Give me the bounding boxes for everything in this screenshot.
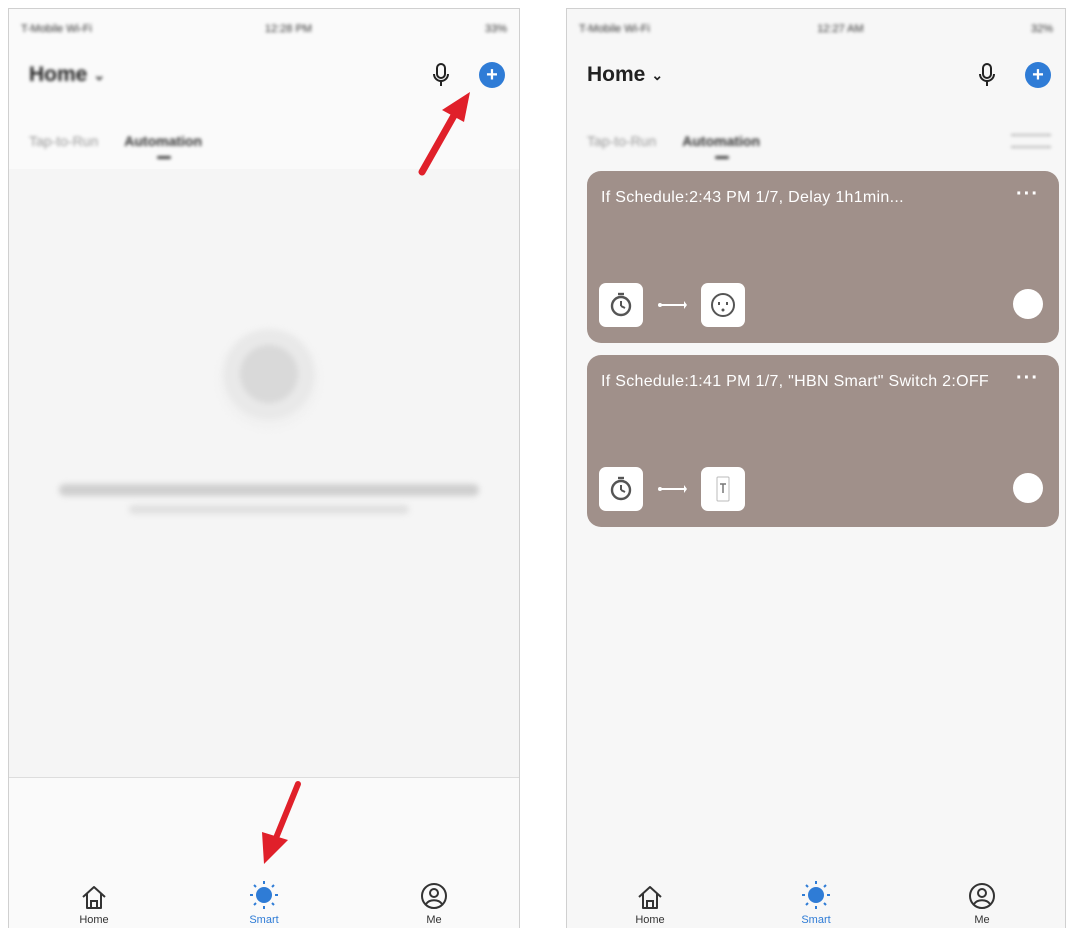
nav-me[interactable]: Me bbox=[394, 882, 474, 926]
nav-me-label: Me bbox=[974, 914, 990, 926]
home-title: Home bbox=[29, 63, 88, 86]
automation-toggle[interactable] bbox=[1013, 289, 1043, 319]
automation-card[interactable]: If Schedule:1:41 PM 1/7, "HBN Smart" Swi… bbox=[587, 355, 1059, 527]
arrow-right-icon bbox=[657, 484, 687, 494]
home-selector[interactable]: Home ⌄ bbox=[29, 63, 105, 87]
menu-icon[interactable] bbox=[1011, 134, 1051, 148]
carrier-text: T-Mobile Wi-Fi bbox=[21, 23, 92, 35]
status-bar: T-Mobile Wi-Fi 12:27 AM 32% bbox=[579, 17, 1053, 41]
automation-title: If Schedule:1:41 PM 1/7, "HBN Smart" Swi… bbox=[601, 373, 989, 390]
status-time: 12:27 AM bbox=[817, 23, 864, 35]
nav-smart[interactable]: Smart bbox=[224, 880, 304, 926]
user-icon bbox=[421, 883, 447, 909]
tab-tap-to-run[interactable]: Tap-to-Run bbox=[29, 133, 98, 149]
nav-me[interactable]: Me bbox=[942, 882, 1022, 926]
home-icon bbox=[82, 886, 106, 909]
nav-smart-label: Smart bbox=[249, 914, 279, 926]
switch-icon bbox=[701, 467, 745, 511]
smart-icon bbox=[802, 881, 830, 909]
right-phone-screen: T-Mobile Wi-Fi 12:27 AM 32% Home ⌄ + Tap… bbox=[566, 8, 1066, 928]
empty-state-area bbox=[9, 169, 519, 778]
microphone-icon[interactable] bbox=[429, 61, 453, 89]
nav-smart-label: Smart bbox=[801, 914, 831, 926]
empty-state-message bbox=[59, 484, 479, 496]
arrow-right-icon bbox=[657, 300, 687, 310]
empty-state-illustration-icon bbox=[219, 329, 319, 429]
clock-icon bbox=[599, 283, 643, 327]
plug-icon bbox=[701, 283, 745, 327]
nav-home[interactable]: Home bbox=[54, 884, 134, 926]
empty-state-hint bbox=[129, 505, 409, 514]
chevron-down-icon: ⌄ bbox=[93, 66, 106, 83]
add-scene-button[interactable]: + bbox=[1025, 62, 1051, 88]
divider bbox=[9, 777, 519, 778]
battery-text: 32% bbox=[1030, 23, 1053, 35]
more-options-icon[interactable]: ··· bbox=[1016, 184, 1039, 204]
nav-home[interactable]: Home bbox=[610, 884, 690, 926]
carrier-text: T-Mobile Wi-Fi bbox=[579, 23, 650, 35]
bottom-nav: Home Smart Me bbox=[567, 856, 1065, 928]
more-options-icon[interactable]: ··· bbox=[1016, 368, 1039, 388]
automation-toggle[interactable] bbox=[1013, 473, 1043, 503]
chevron-down-icon: ⌄ bbox=[651, 66, 664, 83]
status-bar: T-Mobile Wi-Fi 12:28 PM 33% bbox=[21, 17, 507, 41]
nav-me-label: Me bbox=[426, 914, 442, 926]
tab-automation[interactable]: Automation bbox=[124, 133, 202, 159]
user-icon bbox=[969, 883, 995, 909]
microphone-icon[interactable] bbox=[975, 61, 999, 89]
smart-icon bbox=[250, 881, 278, 909]
add-scene-button[interactable]: + bbox=[479, 62, 505, 88]
tab-tap-to-run[interactable]: Tap-to-Run bbox=[587, 133, 656, 149]
nav-home-label: Home bbox=[79, 914, 109, 926]
home-icon bbox=[638, 886, 662, 909]
pointer-arrow-icon bbox=[262, 781, 301, 864]
clock-icon bbox=[599, 467, 643, 511]
home-title: Home bbox=[587, 63, 646, 86]
nav-home-label: Home bbox=[635, 914, 665, 926]
pointer-arrow-icon bbox=[418, 92, 470, 176]
bottom-nav: Home Smart Me bbox=[9, 856, 519, 928]
automation-title: If Schedule:2:43 PM 1/7, Delay 1h1min... bbox=[601, 189, 904, 206]
automation-card[interactable]: If Schedule:2:43 PM 1/7, Delay 1h1min...… bbox=[587, 171, 1059, 343]
battery-text: 33% bbox=[484, 23, 507, 35]
tab-automation[interactable]: Automation bbox=[682, 133, 760, 159]
status-time: 12:28 PM bbox=[264, 23, 312, 35]
nav-smart[interactable]: Smart bbox=[776, 880, 856, 926]
home-selector[interactable]: Home ⌄ bbox=[587, 63, 663, 87]
